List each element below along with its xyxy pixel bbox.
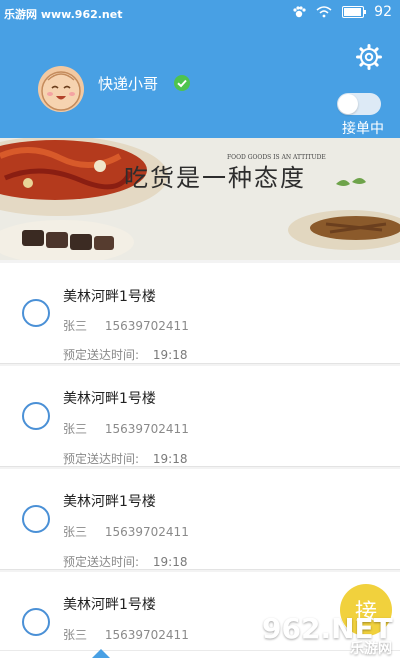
status-icons: 92 bbox=[292, 4, 392, 20]
site-watermark: 962.NET 乐游网 bbox=[262, 612, 400, 660]
order-recipient-name: 张三 bbox=[63, 525, 88, 539]
order-item-1[interactable]: 美林河畔1号楼 张三 15639702411 预定送达时间: 19:18 bbox=[0, 263, 400, 364]
order-select-radio[interactable] bbox=[22, 608, 50, 636]
accepting-toggle[interactable] bbox=[337, 93, 381, 115]
order-eta-label: 预定送达时间: bbox=[63, 348, 140, 362]
nav-indicator-icon bbox=[92, 649, 110, 658]
banner-subtitle: FOOD GOODS IS AN ATTITUDE bbox=[227, 154, 326, 161]
order-select-radio[interactable] bbox=[22, 299, 50, 327]
order-address: 美林河畔1号楼 bbox=[63, 597, 156, 613]
battery-percent: 92 bbox=[374, 4, 392, 20]
order-select-radio[interactable] bbox=[22, 402, 50, 430]
watermark-subtext: 乐游网 bbox=[350, 641, 392, 657]
paw-icon bbox=[293, 6, 306, 18]
order-eta-label: 预定送达时间: bbox=[63, 555, 140, 569]
order-phone: 15639702411 bbox=[104, 628, 189, 642]
promo-banner[interactable] bbox=[0, 138, 400, 260]
order-select-radio[interactable] bbox=[22, 505, 50, 533]
order-recipient-name: 张三 bbox=[63, 628, 88, 642]
order-address: 美林河畔1号楼 bbox=[63, 391, 156, 407]
order-item-2[interactable]: 美林河畔1号楼 张三 15639702411 预定送达时间: 19:18 bbox=[0, 366, 400, 467]
accepting-label: 接单中 bbox=[342, 121, 384, 137]
battery-icon bbox=[342, 6, 367, 18]
gear-icon[interactable] bbox=[356, 44, 382, 70]
order-phone: 15639702411 bbox=[104, 319, 189, 333]
order-phone: 15639702411 bbox=[104, 422, 189, 436]
order-eta: 预定送达时间: 19:18 bbox=[63, 450, 187, 467]
banner-slogan-group: 吃货是一种态度 FOOD GOODS IS AN ATTITUDE bbox=[124, 154, 326, 193]
order-item-3[interactable]: 美林河畔1号楼 张三 15639702411 预定送达时间: 19:18 bbox=[0, 469, 400, 570]
order-recipient-name: 张三 bbox=[63, 319, 88, 333]
courier-name: 快递小哥 bbox=[98, 75, 159, 93]
toggle-knob bbox=[338, 94, 358, 114]
order-eta: 预定送达时间: 19:18 bbox=[63, 553, 187, 570]
wifi-icon bbox=[316, 6, 332, 18]
order-recipient-name: 张三 bbox=[63, 422, 88, 436]
status-bar: 乐游网 www.962.net 92 bbox=[0, 0, 400, 28]
verified-check-icon bbox=[174, 75, 190, 91]
order-contact: 张三 15639702411 bbox=[63, 626, 203, 643]
order-contact: 张三 15639702411 bbox=[63, 523, 203, 540]
order-eta-time: 19:18 bbox=[152, 555, 188, 569]
order-eta-label: 预定送达时间: bbox=[63, 452, 140, 466]
order-contact: 张三 15639702411 bbox=[63, 317, 203, 334]
order-address: 美林河畔1号楼 bbox=[63, 289, 156, 305]
order-contact: 张三 15639702411 bbox=[63, 420, 203, 437]
food-banner-image bbox=[0, 138, 400, 260]
site-watermark-top: 乐游网 www.962.net bbox=[4, 8, 123, 21]
avatar[interactable] bbox=[38, 66, 84, 112]
order-eta-time: 19:18 bbox=[152, 348, 188, 362]
order-eta: 预定送达时间: 19:18 bbox=[63, 346, 187, 363]
order-phone: 15639702411 bbox=[104, 525, 189, 539]
avatar-face-icon bbox=[41, 71, 81, 111]
order-address: 美林河畔1号楼 bbox=[63, 494, 156, 510]
banner-slogan: 吃货是一种态度 bbox=[124, 164, 306, 192]
order-eta-time: 19:18 bbox=[152, 452, 188, 466]
app-header: 乐游网 www.962.net 92 快递小哥 接单中 bbox=[0, 0, 400, 138]
